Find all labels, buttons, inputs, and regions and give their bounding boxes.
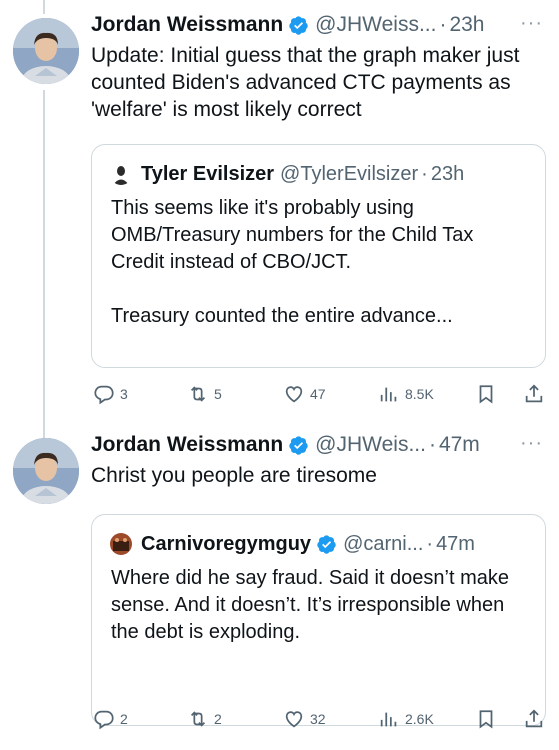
retweet-count: 5 bbox=[214, 386, 222, 402]
retweet-count: 2 bbox=[214, 711, 222, 727]
bookmark-button[interactable] bbox=[475, 705, 502, 733]
tweet-text: Christ you people are tiresome bbox=[91, 464, 377, 487]
author-name[interactable]: Jordan Weissmann bbox=[91, 13, 283, 37]
reply-button[interactable]: 3 bbox=[93, 380, 128, 408]
avatar[interactable] bbox=[13, 18, 79, 84]
separator-dot: · bbox=[421, 162, 428, 185]
bookmark-icon bbox=[479, 710, 493, 729]
retweet-icon bbox=[190, 386, 206, 402]
tweet-actions: 3 5 47 8.5K bbox=[91, 380, 546, 408]
more-options-icon[interactable]: ··· bbox=[520, 12, 543, 35]
verified-badge-icon bbox=[289, 15, 308, 35]
quoted-tweet-header: Carnivoregymguy @carni... · 47m bbox=[110, 529, 545, 559]
verified-badge-icon bbox=[317, 534, 336, 554]
verified-badge-icon bbox=[289, 435, 308, 455]
quoted-avatar bbox=[110, 533, 132, 555]
tweet-actions: 2 2 32 2.6K bbox=[91, 705, 546, 733]
avatar[interactable] bbox=[13, 438, 79, 504]
retweet-button[interactable]: 2 bbox=[187, 705, 222, 733]
separator-dot: · bbox=[439, 13, 447, 36]
quoted-author-name: Tyler Evilsizer bbox=[141, 162, 275, 185]
quoted-author-handle: @carni... bbox=[343, 532, 424, 555]
heart-icon bbox=[285, 711, 303, 728]
reply-button[interactable]: 2 bbox=[93, 705, 128, 733]
bookmark-icon bbox=[479, 385, 493, 404]
author-handle[interactable]: @JHWeiss... bbox=[315, 13, 436, 37]
retweet-icon bbox=[190, 711, 206, 727]
author-name[interactable]: Jordan Weissmann bbox=[91, 433, 283, 457]
tweet-text: Update: Initial guess that the graph mak… bbox=[91, 44, 520, 121]
heart-icon bbox=[285, 386, 303, 403]
views-button[interactable]: 2.6K bbox=[378, 705, 434, 733]
like-count: 47 bbox=[310, 386, 326, 402]
more-options-icon[interactable]: ··· bbox=[520, 432, 543, 455]
share-button[interactable] bbox=[523, 705, 550, 733]
quoted-tweet-text: Where did he say fraud. Said it doesn’t … bbox=[111, 567, 509, 643]
reply-count: 3 bbox=[120, 386, 128, 402]
like-button[interactable]: 47 bbox=[283, 380, 326, 408]
author-handle[interactable]: @JHWeis... bbox=[315, 433, 426, 457]
quoted-tweet[interactable]: Carnivoregymguy @carni... · 47m Where di… bbox=[91, 514, 546, 726]
tweet-header: Jordan Weissmann @JHWeis... · 47m bbox=[91, 430, 549, 460]
quoted-tweet-header: Tyler Evilsizer @TylerEvilsizer · 23h bbox=[110, 159, 545, 189]
separator-dot: · bbox=[428, 433, 436, 456]
reply-icon bbox=[94, 710, 114, 730]
thread-line bbox=[43, 90, 45, 438]
quoted-avatar bbox=[110, 163, 132, 185]
views-icon bbox=[380, 712, 397, 727]
quoted-author-handle: @TylerEvilsizer bbox=[280, 162, 419, 185]
views-count: 8.5K bbox=[405, 386, 434, 402]
share-button[interactable] bbox=[523, 380, 550, 408]
views-icon bbox=[380, 387, 397, 402]
reply-icon bbox=[94, 385, 114, 405]
like-button[interactable]: 32 bbox=[283, 705, 326, 733]
retweet-button[interactable]: 5 bbox=[187, 380, 222, 408]
views-count: 2.6K bbox=[405, 711, 434, 727]
bookmark-button[interactable] bbox=[475, 380, 502, 408]
share-icon bbox=[525, 384, 543, 403]
quoted-timestamp: 23h bbox=[430, 162, 465, 185]
timestamp[interactable]: 23h bbox=[449, 13, 484, 37]
quoted-tweet-text: This seems like it's probably using OMB/… bbox=[111, 197, 474, 327]
like-count: 32 bbox=[310, 711, 326, 727]
quoted-timestamp: 47m bbox=[436, 532, 475, 555]
timestamp[interactable]: 47m bbox=[439, 433, 480, 457]
separator-dot: · bbox=[426, 532, 434, 555]
tweet-header: Jordan Weissmann @JHWeiss... · 23h bbox=[91, 10, 549, 40]
views-button[interactable]: 8.5K bbox=[378, 380, 434, 408]
thread-line-top bbox=[43, 0, 45, 14]
share-icon bbox=[525, 709, 543, 728]
quoted-author-name: Carnivoregymguy bbox=[141, 532, 312, 555]
quoted-tweet[interactable]: Tyler Evilsizer @TylerEvilsizer · 23h Th… bbox=[91, 144, 546, 368]
reply-count: 2 bbox=[120, 711, 128, 727]
